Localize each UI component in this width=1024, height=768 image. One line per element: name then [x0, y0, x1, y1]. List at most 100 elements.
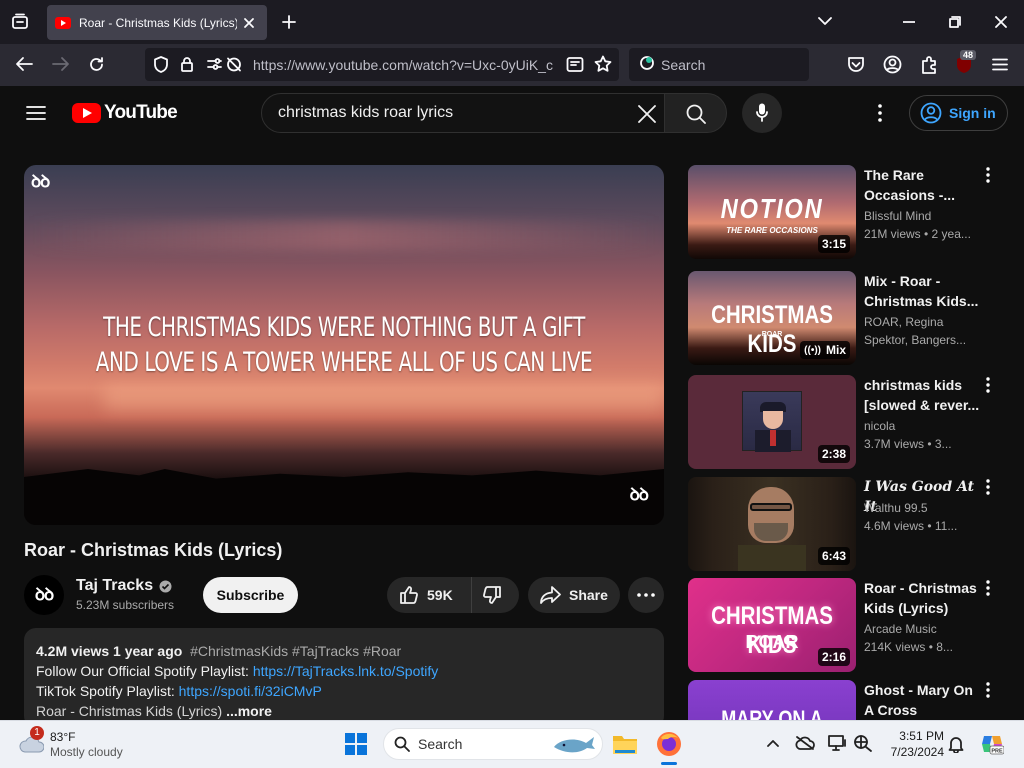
browser-search-field[interactable]: Search [629, 48, 809, 81]
thumbnail-subtitle: THE RARE OCCASIONS [726, 226, 818, 235]
weather-widget[interactable]: 1 83°F Mostly cloudy [18, 726, 138, 764]
like-button[interactable]: 59K [387, 577, 472, 613]
extension-badge: 48 [960, 50, 977, 60]
recommendation-title[interactable]: christmas kids [slowed & rever... [864, 375, 984, 415]
lock-icon[interactable] [180, 56, 194, 73]
firefox-taskbar-icon[interactable] [655, 730, 683, 765]
video-thumbnail[interactable]: 2:38 [688, 375, 856, 469]
copilot-icon[interactable]: PRE [980, 732, 1004, 756]
recommendation-title[interactable]: The Rare Occasions -... [864, 165, 984, 205]
share-arrow-icon [540, 586, 561, 604]
youtube-logo-text: YouTube [104, 102, 178, 123]
user-avatar-icon [920, 102, 942, 124]
notification-bell-icon[interactable] [948, 735, 964, 753]
recommendation-channel[interactable]: Blissful Mind [864, 209, 931, 223]
recommendation-channel[interactable]: Arcade Music [864, 622, 937, 636]
dislike-button[interactable] [472, 585, 502, 605]
youtube-logo[interactable]: YouTube [72, 102, 178, 124]
tiktok-link[interactable]: https://spoti.fi/32iCMvP [179, 683, 322, 699]
clear-search-icon[interactable] [638, 105, 656, 123]
video-title: Roar - Christmas Kids (Lyrics) [24, 540, 283, 560]
close-tab-icon[interactable] [243, 17, 259, 29]
duration-badge: 2:38 [817, 445, 850, 463]
more-options-icon[interactable] [878, 104, 882, 122]
recommendation-card[interactable]: 6:43 I Was Good At It Walthu 99.5 4.6M v… [688, 477, 1018, 571]
video-player[interactable]: ꝺꝺ THE CHRISTMAS KIDS WERE NOTHING BUT A… [24, 165, 664, 525]
more-vertical-icon[interactable] [980, 377, 996, 397]
maximize-window-icon[interactable] [949, 16, 961, 28]
recommendation-title[interactable]: Mix - Roar - Christmas Kids... [864, 271, 984, 311]
extensions-icon[interactable] [920, 55, 938, 74]
description-stats-line: 4.2M views 1 year ago #ChristmasKids #Ta… [36, 641, 652, 661]
like-count: 59K [427, 587, 453, 603]
back-arrow-icon[interactable] [15, 56, 33, 72]
recommendation-card[interactable]: MARY ON A CROSS Ghost - Mary On A Cross [688, 680, 1018, 720]
close-window-icon[interactable] [995, 16, 1007, 28]
recommendation-title[interactable]: Roar - Christmas Kids (Lyrics) [864, 578, 984, 618]
minimize-window-icon[interactable] [903, 21, 915, 23]
share-button[interactable]: Share [528, 577, 620, 613]
show-hidden-icons-chevron-icon[interactable] [767, 739, 779, 747]
taskbar-search-box[interactable]: Search [383, 728, 603, 760]
video-thumbnail[interactable]: 6:43 [688, 477, 856, 571]
channel-watermark-bottom[interactable]: ꝺꝺ [630, 482, 649, 505]
channel-name[interactable]: Taj Tracks [76, 577, 172, 595]
reload-icon[interactable] [88, 56, 105, 73]
recommendation-channel[interactable]: nicola [864, 419, 895, 433]
network-icon[interactable] [853, 734, 873, 752]
search-engine-icon [639, 55, 657, 73]
hamburger-menu-icon[interactable] [992, 58, 1008, 71]
more-vertical-icon[interactable] [980, 580, 996, 600]
taskbar-clock[interactable]: 3:51 PM 7/23/2024 [884, 728, 944, 760]
video-thumbnail[interactable]: NOTION THE RARE OCCASIONS 3:15 [688, 165, 856, 259]
recommendation-card[interactable]: CHRISTMAS KIDS ROAR ((•)) Mix Mix - Roar … [688, 271, 1018, 365]
display-icon[interactable] [828, 734, 848, 752]
recommendation-card[interactable]: NOTION THE RARE OCCASIONS 3:15 The Rare … [688, 165, 1018, 259]
guide-menu-icon[interactable] [26, 105, 46, 121]
video-description[interactable]: 4.2M views 1 year ago #ChristmasKids #Ta… [24, 628, 664, 728]
duration-badge: 6:43 [817, 547, 850, 565]
show-more-button[interactable]: ...more [226, 703, 272, 719]
forward-arrow-icon[interactable] [52, 56, 70, 72]
video-thumbnail[interactable]: CHRISTMAS KIDS ROAR 2:16 [688, 578, 856, 672]
voice-search-button[interactable] [742, 93, 782, 133]
browser-tab[interactable]: Roar - Christmas Kids (Lyrics) - [47, 5, 267, 40]
recommendation-meta: 3.7M views • 3... [864, 437, 952, 451]
recommendation-meta: 4.6M views • 11... [864, 519, 958, 533]
pocket-icon[interactable] [847, 56, 865, 73]
more-actions-button[interactable] [628, 577, 664, 613]
ublock-extension-icon[interactable]: 48 [956, 50, 977, 74]
permissions-icon[interactable] [207, 56, 243, 73]
reader-view-icon[interactable] [566, 56, 584, 73]
cartoon-portrait-image [742, 391, 802, 452]
new-tab-icon[interactable] [282, 15, 296, 29]
more-vertical-icon[interactable] [980, 479, 996, 499]
youtube-search-button[interactable] [664, 93, 727, 133]
radio-broadcast-icon: ((•)) [804, 344, 821, 356]
windows-start-icon[interactable] [344, 732, 368, 756]
sign-in-button[interactable]: Sign in [909, 95, 1008, 131]
more-vertical-icon[interactable] [980, 682, 996, 702]
svg-text:PRE: PRE [991, 749, 1003, 755]
chevron-down-icon[interactable] [818, 16, 832, 26]
recommendation-card[interactable]: 2:38 christmas kids [slowed & rever... n… [688, 375, 1018, 469]
cloud-sync-icon[interactable] [795, 735, 815, 751]
spotify-link[interactable]: https://TajTracks.lnk.to/Spotify [253, 663, 438, 679]
file-explorer-icon[interactable] [612, 732, 638, 756]
recommendation-channel[interactable]: ROAR, Regina [864, 315, 943, 329]
channel-avatar[interactable]: ꝺꝺ [24, 575, 64, 615]
subscribe-button[interactable]: Subscribe [203, 577, 298, 613]
shield-icon[interactable] [153, 56, 169, 73]
bookmark-star-icon[interactable] [594, 55, 612, 73]
video-thumbnail[interactable]: CHRISTMAS KIDS ROAR ((•)) Mix [688, 271, 856, 365]
account-icon[interactable] [883, 55, 902, 74]
tab-list-icon[interactable] [11, 13, 29, 31]
hashtags[interactable]: #ChristmasKids #TajTracks #Roar [190, 643, 401, 659]
recommendation-card[interactable]: CHRISTMAS KIDS ROAR 2:16 Roar - Christma… [688, 578, 1018, 672]
recommendation-channel[interactable]: Walthu 99.5 [864, 501, 928, 515]
recommendation-title[interactable]: Ghost - Mary On A Cross [864, 680, 984, 720]
more-vertical-icon[interactable] [980, 167, 996, 187]
url-bar[interactable]: https://www.youtube.com/watch?v=Uxc-0yUi… [145, 48, 619, 81]
youtube-search-input[interactable]: christmas kids roar lyrics [261, 93, 665, 133]
video-thumbnail[interactable]: MARY ON A CROSS [688, 680, 856, 720]
